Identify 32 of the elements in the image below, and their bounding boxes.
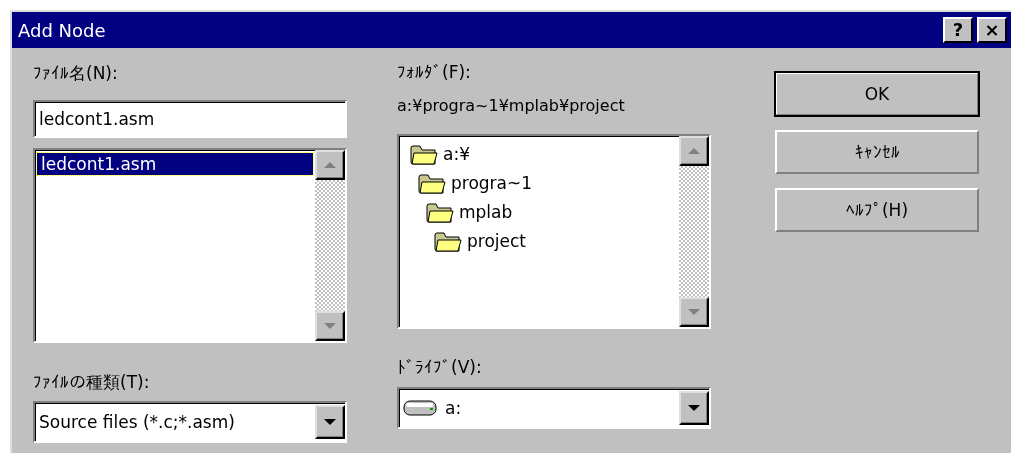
scroll-down-button[interactable] <box>315 311 345 341</box>
folder-item[interactable]: project <box>467 230 526 251</box>
down-arrow-icon <box>687 308 701 316</box>
window-title: Add Node <box>18 19 106 41</box>
scroll-up-button[interactable] <box>315 150 345 180</box>
file-name-field[interactable]: ledcont1.asm <box>33 100 347 138</box>
folder-item[interactable]: progra~1 <box>451 172 533 193</box>
up-arrow-icon <box>687 147 701 155</box>
field-label: ﾄﾞﾗｲﾌﾞ(V): <box>397 357 483 379</box>
field-label: ﾌｫﾙﾀﾞ(F): <box>397 62 472 84</box>
folder-list[interactable]: a:¥ progra~1 mplab project <box>397 134 711 329</box>
folder-item[interactable]: mplab <box>459 201 513 222</box>
file-item[interactable]: ledcont1.asm <box>37 153 313 175</box>
folder-path: a:¥progra~1¥mplab¥project <box>397 96 626 117</box>
field-label: ﾌｧｲﾙの種類(T): <box>33 371 151 394</box>
dropdown-arrow-icon <box>687 404 701 412</box>
help-button[interactable]: ? <box>943 17 973 43</box>
cancel-button[interactable]: ｷｬﾝｾﾙ <box>775 130 979 174</box>
ok-button[interactable]: OK <box>775 72 979 116</box>
file-type-dropdown[interactable]: Source files (*.c;*.asm) <box>33 401 347 443</box>
scroll-down-button[interactable] <box>679 297 709 327</box>
folder-item[interactable]: a:¥ <box>443 143 470 164</box>
up-arrow-icon <box>323 161 337 169</box>
drive-icon <box>403 399 437 417</box>
field-label: ﾌｧｲﾙ名(N): <box>33 62 119 85</box>
close-button[interactable]: × <box>977 17 1007 43</box>
help-button[interactable]: ﾍﾙﾌﾟ(H) <box>775 188 979 232</box>
scroll-up-button[interactable] <box>679 136 709 166</box>
dropdown-arrow-icon <box>323 418 337 426</box>
down-arrow-icon <box>323 322 337 330</box>
file-list[interactable]: ledcont1.asm <box>33 148 347 343</box>
drive-dropdown[interactable]: a: <box>397 387 711 429</box>
